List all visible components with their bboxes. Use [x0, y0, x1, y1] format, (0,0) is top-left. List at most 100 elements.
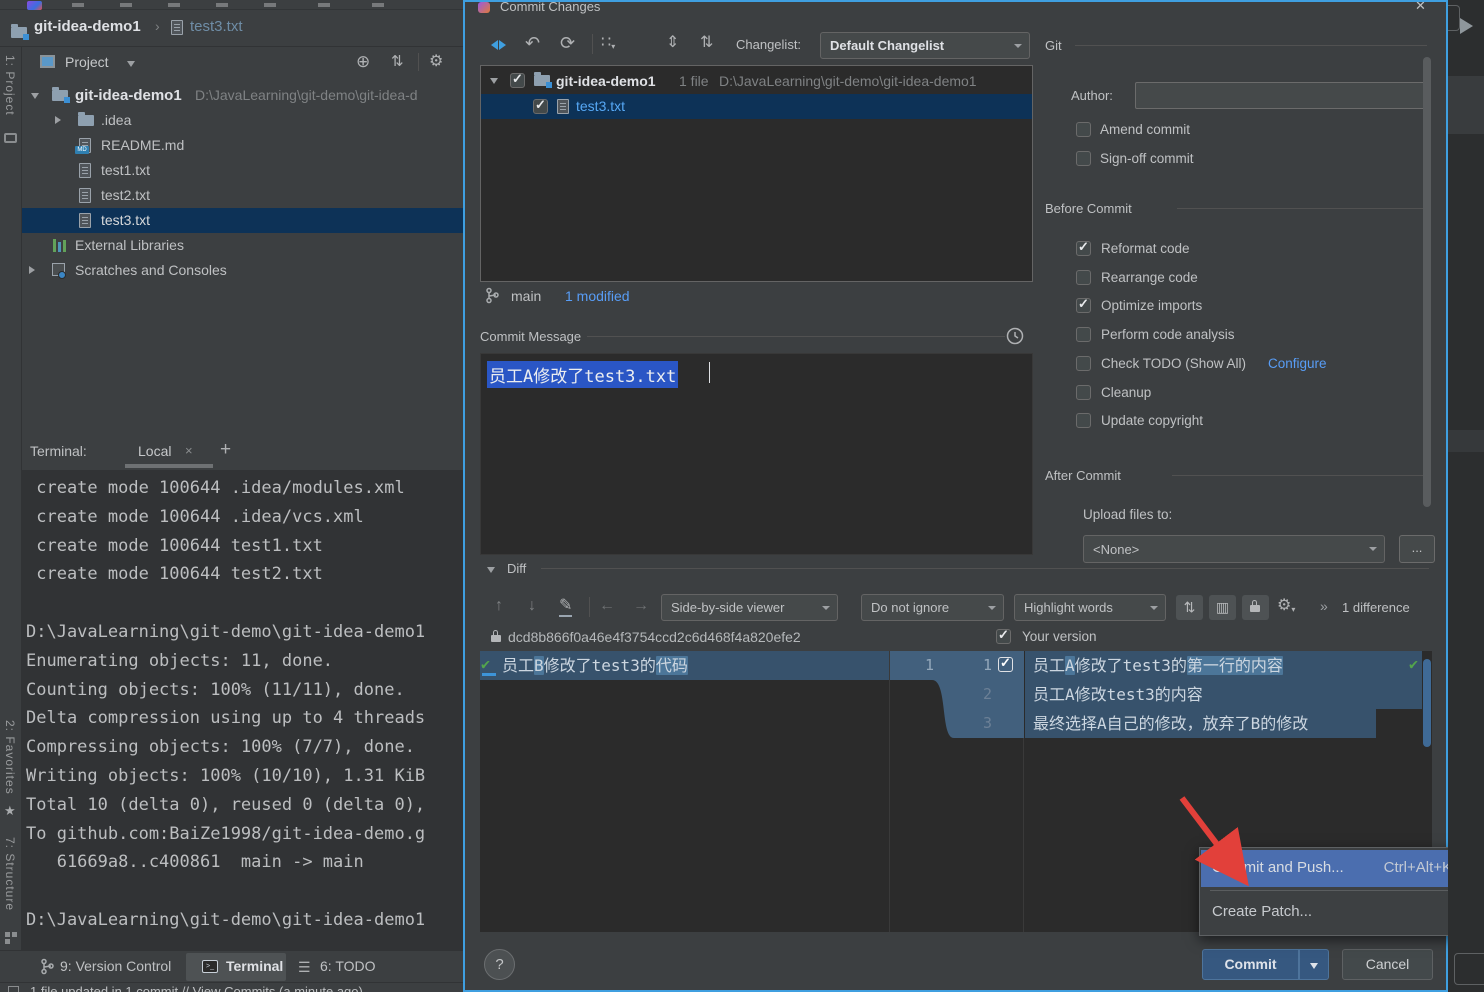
section-rule — [1075, 45, 1427, 46]
window-icon — [8, 986, 19, 992]
history-clock-icon[interactable] — [1006, 327, 1024, 345]
tab-close-icon[interactable]: × — [185, 443, 193, 458]
commit-tree-root-row[interactable]: git-idea-demo1 1 file D:\JavaLearning\gi… — [481, 69, 1032, 94]
terminal-console[interactable]: create mode 100644 .idea/modules.xml cre… — [26, 474, 463, 950]
cleanup-checkbox[interactable] — [1076, 385, 1091, 400]
tool-stripe: 1: Project 2: Favorites ★ 7: Structure — [0, 47, 22, 950]
commit-button[interactable]: Commit — [1202, 949, 1299, 980]
next-difference-icon[interactable]: → — [633, 598, 649, 614]
highlight-mode-combo[interactable]: Highlight words — [1014, 594, 1166, 621]
tree-row-scratches[interactable]: Scratches and Consoles — [22, 258, 463, 283]
status-text[interactable]: 1 file updated in 1 commit // View Commi… — [30, 984, 363, 992]
commit-icon[interactable] — [489, 36, 509, 54]
ignore-mode-combo[interactable]: Do not ignore — [861, 594, 1004, 621]
annotate-pencil-icon[interactable]: ✎ — [559, 598, 572, 617]
commit-dropdown-button[interactable] — [1299, 949, 1329, 980]
changelist-combo[interactable]: Default Changelist — [820, 32, 1030, 59]
close-icon[interactable]: ✕ — [1415, 2, 1426, 14]
diff-left-pane[interactable]: ✔ 员工B修改了test3的代码 — [480, 651, 890, 932]
upload-target-combo[interactable]: <None> — [1083, 535, 1385, 563]
code-analysis-checkbox[interactable] — [1076, 327, 1091, 342]
collapse-all-icon[interactable]: ⇅ — [700, 35, 713, 51]
stripe-structure-tab[interactable]: 7: Structure — [3, 837, 17, 911]
text-file-icon — [79, 163, 91, 178]
diff-toolbar: ↑ ↓ ✎ ← → Side-by-side viewer Do not ign… — [465, 594, 1446, 624]
rearrange-code-checkbox[interactable] — [1076, 270, 1091, 285]
tree-row-root[interactable]: git-idea-demo1 D:\JavaLearning\git-demo\… — [22, 83, 463, 108]
tree-row-test3-selected[interactable]: test3.txt — [22, 208, 463, 233]
play-icon[interactable] — [1460, 18, 1473, 34]
menu-glyph — [264, 3, 276, 7]
breadcrumb-project[interactable]: git-idea-demo1 — [34, 18, 141, 35]
amend-commit-checkbox[interactable] — [1076, 122, 1091, 137]
structure-tool-icon — [5, 939, 10, 944]
gear-icon[interactable]: ⚙ — [429, 54, 443, 70]
menu-glyph — [372, 3, 384, 7]
author-field[interactable] — [1135, 82, 1426, 109]
root-checkbox[interactable] — [510, 73, 525, 88]
dialog-titlebar[interactable]: Commit Changes ✕ — [465, 2, 1446, 16]
group-by-icon[interactable]: ∷▾ — [601, 35, 615, 55]
locate-icon[interactable]: ⊕ — [356, 54, 370, 70]
tree-row-readme[interactable]: MD README.md — [22, 133, 463, 158]
commit-message-editor[interactable]: 员工A修改了test3.txt — [480, 353, 1033, 555]
tab-todo[interactable]: 6: TODO — [320, 958, 376, 974]
stripe-favorites-tab[interactable]: 2: Favorites — [3, 720, 17, 795]
expand-chevrons[interactable]: » — [1320, 598, 1328, 614]
diff-settings-gear-icon[interactable]: ⚙▾ — [1277, 598, 1295, 618]
your-version-checkbox[interactable] — [996, 629, 1011, 644]
difference-count: 1 difference — [1342, 600, 1410, 615]
help-button[interactable]: ? — [484, 949, 515, 980]
popup-item-create-patch[interactable]: Create Patch... — [1201, 894, 1462, 931]
author-label: Author: — [1071, 88, 1113, 103]
lock-scroll-button[interactable] — [1242, 595, 1269, 620]
diff-scrollbar-thumb[interactable] — [1423, 659, 1431, 747]
commit-tree-file-row[interactable]: test3.txt — [481, 94, 1032, 119]
sync-scroll-icon[interactable]: ▥ — [1209, 595, 1236, 620]
tab-terminal-label[interactable]: Terminal — [226, 958, 283, 974]
breadcrumb-file[interactable]: test3.txt — [190, 18, 243, 35]
update-copyright-checkbox[interactable] — [1076, 413, 1091, 428]
collapse-unchanged-icon[interactable]: ⇅ — [1176, 595, 1203, 620]
previous-change-icon[interactable]: ↑ — [495, 598, 503, 614]
diff-collapse-icon[interactable] — [487, 567, 495, 573]
libraries-icon — [63, 240, 66, 252]
expand-all-icon[interactable]: ⇕ — [666, 35, 679, 51]
project-panel-title[interactable]: Project — [65, 54, 109, 70]
folder-icon — [52, 90, 68, 101]
collapse-all-icon[interactable]: ⇅ — [391, 54, 404, 70]
after-commit-title: After Commit — [1045, 468, 1121, 483]
configure-link[interactable]: Configure — [1268, 356, 1327, 371]
signoff-commit-checkbox[interactable] — [1076, 151, 1091, 166]
ide-window: git-idea-demo1 › test3.txt 1: Project 2:… — [0, 0, 463, 992]
tab-version-control[interactable]: 9: Version Control — [60, 958, 171, 974]
file-checkbox[interactable] — [533, 99, 548, 114]
next-change-icon[interactable]: ↓ — [528, 598, 536, 614]
refresh-icon[interactable]: ⟳ — [560, 35, 575, 51]
status-bar: 1 file updated in 1 commit // View Commi… — [0, 982, 463, 992]
options-scrollbar[interactable] — [1423, 57, 1431, 507]
cancel-button[interactable]: Cancel — [1342, 949, 1433, 980]
stripe-project-tab[interactable]: 1: Project — [3, 55, 17, 116]
menu-glyph — [72, 3, 84, 7]
new-terminal-icon[interactable]: + — [220, 439, 231, 461]
tree-row-test2[interactable]: test2.txt — [22, 183, 463, 208]
tree-row-idea[interactable]: .idea — [22, 108, 463, 133]
terminal-tab-local[interactable]: Local — [138, 443, 171, 459]
browse-button[interactable]: ... — [1399, 535, 1435, 563]
viewer-mode-combo[interactable]: Side-by-side viewer — [661, 594, 838, 621]
rollback-icon[interactable]: ↶ — [525, 35, 540, 51]
project-view-icon — [40, 55, 55, 68]
popup-item-commit-and-push[interactable]: Commit and Push... Ctrl+Alt+K — [1201, 850, 1462, 887]
prev-difference-icon[interactable]: ← — [599, 598, 615, 614]
terminal-line: Compressing objects: 100% (7/7), done. — [26, 733, 463, 762]
text-file-icon — [79, 188, 91, 203]
reformat-code-checkbox[interactable] — [1076, 241, 1091, 256]
tree-row-external-libraries[interactable]: External Libraries — [22, 233, 463, 258]
modified-link[interactable]: 1 modified — [565, 288, 630, 304]
commit-file-label: test3.txt — [576, 98, 625, 114]
optimize-imports-checkbox[interactable] — [1076, 298, 1091, 313]
check-todo-checkbox[interactable] — [1076, 356, 1091, 371]
tree-row-test1[interactable]: test1.txt — [22, 158, 463, 183]
change-include-checkbox[interactable] — [998, 657, 1013, 672]
